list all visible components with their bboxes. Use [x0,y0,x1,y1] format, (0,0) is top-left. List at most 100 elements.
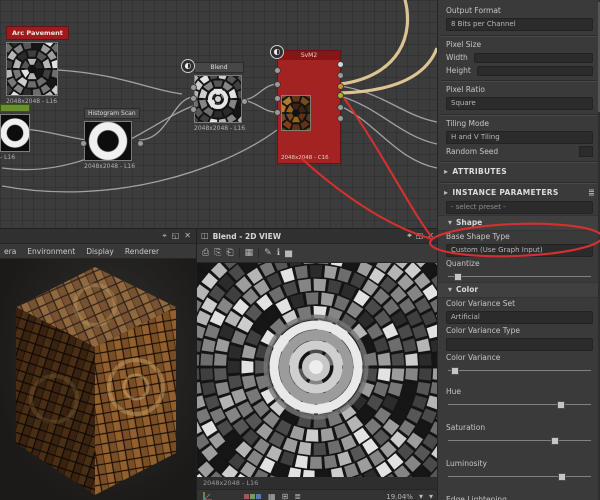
3d-view-panel[interactable]: ⌖ ◱ ✕ era Environment Display Renderer [0,228,196,500]
output-connector[interactable] [337,104,344,111]
zoom-level[interactable]: 19.04% [386,493,413,500]
width-input[interactable] [473,52,593,63]
input-connector[interactable] [274,67,281,74]
slider-handle[interactable] [556,401,565,409]
texture-preview [197,263,438,477]
node-blend[interactable]: ◐ Blend 2048x2048 - L16 [181,59,248,132]
output-connector[interactable] [241,98,248,105]
caret-right-icon: ▸ [444,187,449,197]
close-icon[interactable]: ✕ [427,230,434,242]
height-label: Height [446,66,471,75]
pixel-ratio-label: Pixel Ratio [446,85,485,94]
background-icon[interactable]: ▦ [268,491,276,500]
menu-icon[interactable]: ≣ [588,187,595,199]
pixel-ratio-dropdown[interactable]: Square [446,97,593,110]
slider-handle[interactable] [558,473,567,481]
input-connector[interactable] [80,140,87,147]
2d-view-panel[interactable]: ◫ Blend - 2D VIEW ⌖ ◱ ✕ ⎙ ⎘ ⎗ ▦ ✎ ℹ ▅ 20… [196,228,438,500]
zoom-caret-icon[interactable]: ▾ [419,491,423,500]
node-caption: - L16 [0,154,16,161]
input-connector[interactable] [190,84,197,91]
color-variance-label: Color Variance [446,353,501,362]
input-connector[interactable] [190,95,197,102]
menu-renderer[interactable]: Renderer [125,247,159,256]
output-badge-icon[interactable]: ◐ [270,45,284,59]
pencil-icon[interactable]: ✎ [264,247,272,259]
color-variance-type-dropdown[interactable] [446,338,593,351]
separator [438,179,600,185]
luminosity-slider[interactable] [448,470,591,482]
instance-parameters-header-text: INSTANCE PARAMETERS [452,188,559,197]
output-connector[interactable] [337,61,344,68]
random-seed-button[interactable] [579,146,593,157]
base-shape-type-dropdown[interactable]: Custom (Use Graph Input) [446,244,593,257]
color-header-text: Color [456,285,479,294]
attributes-section-header[interactable]: ▸ ATTRIBUTES [438,164,600,179]
output-format-label: Output Format [446,6,501,15]
quantize-label: Quantize [446,259,480,268]
color-variance-set-dropdown[interactable]: Artificial [446,311,593,324]
color-section-header[interactable]: ▾ Color [438,282,600,298]
application-window: Arc Pavement 2048x2048 - L16 - L16 Histo… [0,0,600,500]
output-connector[interactable] [337,83,344,90]
input-connector[interactable] [190,106,197,113]
toolbar-separator [258,248,260,258]
info-icon[interactable]: ℹ [277,247,280,259]
menu-display[interactable]: Display [86,247,114,256]
hue-slider[interactable] [448,398,591,410]
output-format-dropdown[interactable]: 8 Bits per Channel [446,18,593,31]
dock-icon[interactable]: ◫ [201,230,209,242]
close-icon[interactable]: ✕ [184,230,191,242]
output-connector[interactable] [337,72,344,79]
width-label: Width [446,53,468,62]
color-variance-set-label: Color Variance Set [446,299,516,308]
node-left-partial[interactable]: - L16 [0,104,30,161]
input-connector[interactable] [274,81,281,88]
output-connector[interactable] [136,140,144,147]
node-color-tag [0,104,30,112]
output-badge-icon[interactable]: ◐ [181,59,195,73]
node-thumbnail [194,75,242,123]
3d-viewport[interactable] [0,259,196,500]
2d-view-statusbar: ▦ ⊞ ≣ 19.04% ▾ ▾ [197,489,438,500]
node-svm2[interactable]: ◐ SvM2 2048x2048 - C16 [270,45,344,164]
input-connector[interactable] [274,95,281,102]
slider-track [448,404,591,405]
output-connector[interactable] [337,115,344,122]
color-variance-slider[interactable] [448,364,591,376]
copy-icon[interactable]: ⎗ [226,247,233,259]
maximize-icon[interactable]: ◱ [416,230,424,242]
maximize-icon[interactable]: ◱ [172,230,180,242]
separator [438,111,600,117]
slider-handle[interactable] [450,367,459,375]
node-graph[interactable]: Arc Pavement 2048x2048 - L16 - L16 Histo… [0,0,437,228]
menu-camera[interactable]: era [4,247,16,256]
saturation-slider[interactable] [448,434,591,446]
tiling-icon[interactable]: ⊞ [282,491,289,500]
node-histogram-scan[interactable]: Histogram Scan 2048x2048 - L16 [80,108,144,170]
slider-handle[interactable] [550,437,559,445]
pin-icon[interactable]: ⌖ [407,230,412,242]
grid-icon[interactable]: ▦ [245,247,254,259]
height-input[interactable] [476,65,593,76]
color-variance-type-label: Color Variance Type [446,326,520,335]
list-icon[interactable]: ≣ [294,491,301,500]
save-icon[interactable]: ⎙ [202,247,209,259]
options-caret-icon[interactable]: ▾ [429,491,433,500]
node-arc-pavement[interactable]: Arc Pavement 2048x2048 - L16 [6,20,69,105]
output-connector[interactable] [337,92,344,99]
histogram-icon[interactable]: ▅ [285,247,292,259]
channels-icon[interactable] [244,493,262,500]
preset-dropdown[interactable]: - select preset - [446,201,593,214]
pin-icon[interactable]: ⌖ [162,230,167,242]
2d-canvas[interactable] [197,263,438,477]
slider-handle[interactable] [453,273,462,281]
input-connector[interactable] [274,109,281,116]
shape-section-header[interactable]: ▾ Shape [438,215,600,231]
tiling-mode-dropdown[interactable]: H and V Tiling [446,131,593,144]
menu-environment[interactable]: Environment [27,247,75,256]
quantize-slider[interactable] [448,270,591,282]
2d-view-toolbar: ⎙ ⎘ ⎗ ▦ ✎ ℹ ▅ [197,244,438,263]
export-icon[interactable]: ⎘ [214,247,221,259]
instance-parameters-section-header[interactable]: ▸ INSTANCE PARAMETERS ≣ [438,185,600,200]
